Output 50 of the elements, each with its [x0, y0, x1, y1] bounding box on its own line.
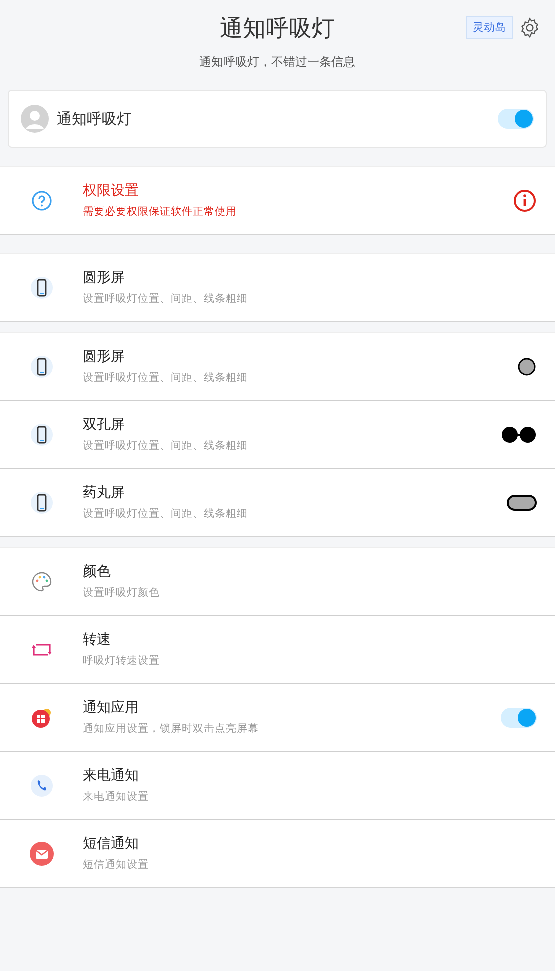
phone-icon — [30, 422, 54, 446]
island-tag[interactable]: 灵动岛 — [466, 16, 513, 39]
master-label: 通知呼吸灯 — [57, 110, 133, 128]
palette-icon — [30, 570, 54, 594]
row-title: 转速 — [83, 631, 112, 649]
row-subtitle: 设置呼吸灯位置、间距、线条粗细 — [83, 292, 249, 306]
row-title: 通知应用 — [83, 699, 140, 717]
settings-row[interactable]: 权限设置 需要必要权限保证软件正常使用 — [0, 167, 555, 234]
settings-row[interactable]: 来电通知 来电通知设置 — [0, 751, 555, 819]
row-title: 圆形屏 — [83, 269, 126, 287]
phone-icon — [30, 276, 54, 300]
toggle-switch[interactable] — [498, 109, 534, 129]
pill-cutout-icon — [507, 494, 537, 512]
settings-row[interactable]: 颜色 设置呼吸灯颜色 — [0, 548, 555, 615]
help-icon — [30, 188, 54, 212]
phone-icon — [30, 354, 54, 378]
row-subtitle: 设置呼吸灯位置、间距、线条粗细 — [83, 507, 249, 521]
toggle-switch[interactable] — [501, 708, 537, 728]
info-icon — [513, 188, 537, 212]
settings-row[interactable]: 通知应用 通知应用设置，锁屏时双击点亮屏幕 — [0, 683, 555, 751]
circle-cutout-icon — [517, 356, 537, 376]
row-title: 来电通知 — [83, 767, 140, 785]
settings-row[interactable]: 圆形屏 设置呼吸灯位置、间距、线条粗细 — [0, 333, 555, 400]
avatar-icon — [21, 105, 49, 133]
row-title: 权限设置 — [83, 182, 140, 200]
page-subtitle: 通知呼吸灯，不错过一条信息 — [200, 54, 356, 71]
row-subtitle: 设置呼吸灯颜色 — [83, 586, 161, 600]
row-subtitle: 设置呼吸灯位置、间距、线条粗细 — [83, 371, 249, 385]
row-title: 药丸屏 — [83, 484, 126, 502]
row-subtitle: 短信通知设置 — [83, 858, 150, 872]
row-subtitle: 呼吸灯转速设置 — [83, 654, 161, 668]
row-subtitle: 来电通知设置 — [83, 790, 150, 804]
row-subtitle: 通知应用设置，锁屏时双击点亮屏幕 — [83, 722, 260, 736]
row-title: 短信通知 — [83, 835, 140, 853]
settings-row[interactable]: 双孔屏 设置呼吸灯位置、间距、线条粗细 — [0, 400, 555, 468]
settings-row[interactable]: 短信通知 短信通知设置 — [0, 819, 555, 887]
phone-call-icon — [30, 774, 54, 798]
settings-row[interactable]: 药丸屏 设置呼吸灯位置、间距、线条粗细 — [0, 468, 555, 536]
row-title: 圆形屏 — [83, 348, 126, 366]
settings-row[interactable]: 圆形屏 设置呼吸灯位置、间距、线条粗细 — [0, 254, 555, 321]
row-title: 双孔屏 — [83, 416, 126, 434]
settings-row[interactable]: 转速 呼吸灯转速设置 — [0, 615, 555, 683]
settings-icon[interactable] — [519, 16, 541, 38]
row-subtitle: 需要必要权限保证软件正常使用 — [83, 205, 238, 219]
row-title: 颜色 — [83, 563, 112, 581]
row-subtitle: 设置呼吸灯位置、间距、线条粗细 — [83, 439, 249, 453]
phone-icon — [30, 490, 54, 514]
dual-hole-icon — [501, 426, 537, 444]
page-title: 通知呼吸灯 — [220, 15, 335, 44]
mail-icon — [30, 842, 54, 866]
